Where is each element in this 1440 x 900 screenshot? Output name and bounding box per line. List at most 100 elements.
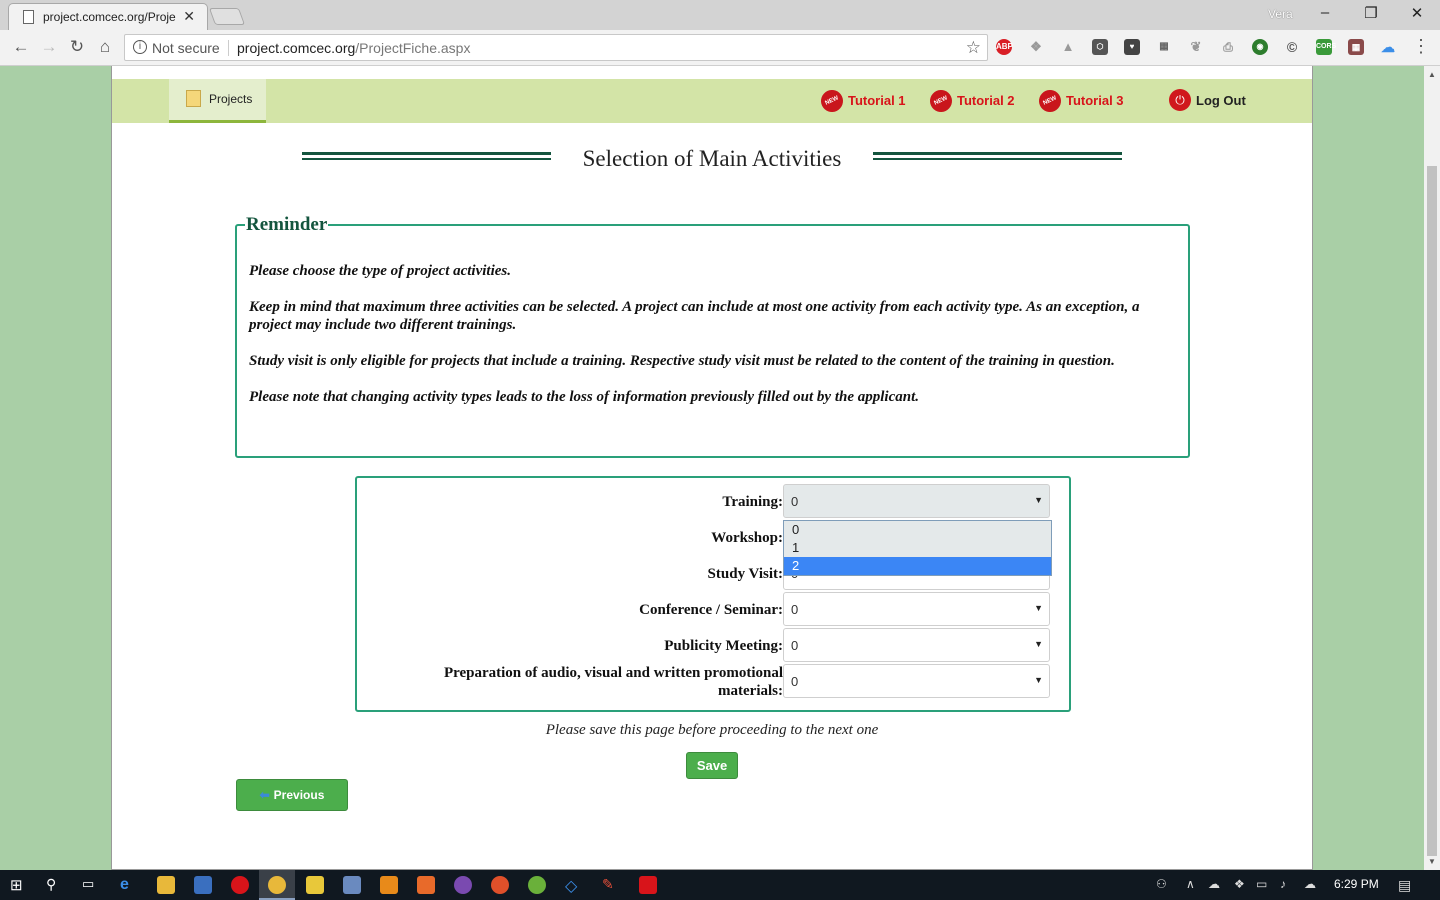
grid-icon[interactable]: ▦ [1348, 39, 1364, 55]
network-tool-icon[interactable] [343, 876, 361, 894]
app-icon[interactable] [454, 876, 472, 894]
arrow-left-icon: ⬅ [259, 788, 270, 802]
clock[interactable]: 6:29 PM [1334, 877, 1379, 891]
volume-icon[interactable]: ♪ [1280, 877, 1286, 891]
chrome-menu-icon[interactable]: ⋮ [1412, 36, 1430, 57]
taskbar: ⊞ ⚲ ▭ e ◇ ✎ ⚇ ∧ ☁ ❖ ▭ ♪ ☁ 6:29 PM ▤ [0, 870, 1440, 900]
search-icon[interactable]: ⚲ [46, 876, 64, 894]
store-icon[interactable] [194, 876, 212, 894]
postman-icon[interactable] [491, 876, 509, 894]
tab-title: project.comcec.org/Proje [43, 10, 176, 24]
promotional-select[interactable]: 0 ▼ [783, 664, 1050, 698]
windows-start-icon[interactable]: ⊞ [10, 876, 28, 894]
pocket-icon[interactable]: ♥ [1124, 39, 1140, 55]
forward-icon[interactable]: → [38, 37, 60, 57]
page-scrollbar[interactable]: ▲ ▼ [1424, 66, 1440, 870]
training-select[interactable]: 0 ▼ [783, 484, 1050, 518]
pen-icon[interactable]: ✎ [602, 876, 620, 894]
restore-icon[interactable]: ❐ [1348, 4, 1394, 22]
cloud-upload-icon[interactable]: ☁ [1304, 877, 1316, 891]
app-icon[interactable] [639, 876, 657, 894]
conference-select[interactable]: 0 ▼ [783, 592, 1050, 626]
people-icon[interactable]: ⚇ [1156, 877, 1167, 891]
drive-icon[interactable]: ▲ [1060, 39, 1076, 55]
back-icon[interactable]: ← [10, 37, 32, 57]
cors-icon[interactable]: CORS [1316, 39, 1336, 55]
dropdown-option[interactable]: 0 [784, 521, 1051, 539]
security-label[interactable]: Not secure [152, 40, 220, 56]
edge-icon[interactable]: e [120, 876, 138, 894]
folder-icon [186, 90, 201, 107]
dropdown-option[interactable]: 1 [784, 539, 1051, 557]
home-icon[interactable]: ⌂ [94, 37, 116, 57]
chrome-icon[interactable] [268, 876, 286, 894]
chevron-down-icon: ▼ [1034, 675, 1043, 685]
tutorial-2-link[interactable]: Tutorial 2 [957, 93, 1015, 108]
tray-chevron-icon[interactable]: ∧ [1186, 877, 1195, 891]
tree-icon[interactable]: ❦ [1188, 39, 1204, 55]
training-value: 0 [791, 494, 799, 509]
reminder-paragraph: Please choose the type of project activi… [249, 263, 512, 279]
chevron-down-icon: ▼ [1034, 495, 1043, 505]
xampp-icon[interactable] [417, 876, 435, 894]
power-icon[interactable]: ⏻ [1169, 89, 1191, 111]
browser-toolbar: ← → ↻ ⌂ i Not secure project.comcec.org/… [0, 30, 1440, 66]
new-tab-button[interactable] [208, 8, 246, 25]
address-bar[interactable]: i Not secure project.comcec.org/ProjectF… [124, 34, 988, 61]
publicity-select[interactable]: 0 ▼ [783, 628, 1050, 662]
onedrive-icon[interactable]: ☁ [1208, 877, 1220, 891]
minimize-icon[interactable]: – [1302, 4, 1348, 21]
logout-link[interactable]: Log Out [1196, 93, 1246, 108]
keepass-icon[interactable] [306, 876, 324, 894]
file-explorer-icon[interactable] [157, 876, 175, 894]
dropbox-icon[interactable]: ❖ [1028, 39, 1044, 55]
app-icon[interactable] [528, 876, 546, 894]
conference-label: Conference / Seminar: [639, 602, 783, 618]
qr-icon[interactable]: ▦ [1156, 39, 1172, 55]
browser-tab[interactable]: project.comcec.org/Proje ✕ [8, 3, 208, 30]
chevron-down-icon: ▼ [1034, 639, 1043, 649]
network-icon[interactable]: ▭ [1256, 877, 1267, 891]
browser-tabstrip: project.comcec.org/Proje ✕ Vera – ❐ ✕ [0, 0, 1440, 30]
opera-icon[interactable] [231, 876, 249, 894]
tutorial-1-link[interactable]: Tutorial 1 [848, 93, 906, 108]
reminder-paragraph: Keep in mind that maximum three activiti… [249, 299, 1140, 333]
cloud-icon[interactable]: ☁ [1380, 39, 1396, 55]
activity-form: Training: 0 ▼ Workshop: 0 ▼ Study Visit:… [355, 476, 1071, 712]
conference-value: 0 [791, 602, 799, 617]
nav-item-projects[interactable]: Projects [169, 79, 266, 123]
scroll-thumb[interactable] [1427, 166, 1437, 856]
save-button[interactable]: Save [686, 752, 738, 779]
close-tab-icon[interactable]: ✕ [183, 8, 195, 25]
sublime-icon[interactable] [380, 876, 398, 894]
profile-name[interactable]: Vera [1268, 7, 1293, 21]
tutorial-3-link[interactable]: Tutorial 3 [1066, 93, 1124, 108]
previous-button[interactable]: ⬅ Previous [236, 779, 348, 811]
reminder-legend: Reminder [246, 214, 328, 235]
notifications-icon[interactable]: ▤ [1398, 877, 1411, 894]
divider [228, 40, 229, 56]
c-icon[interactable]: © [1284, 39, 1300, 55]
previous-label: Previous [273, 788, 325, 802]
adblock-icon[interactable]: ABP [996, 39, 1013, 55]
dropdown-option-highlighted[interactable]: 2 [784, 557, 1051, 575]
task-view-icon[interactable]: ▭ [82, 876, 100, 894]
close-window-icon[interactable]: ✕ [1394, 4, 1440, 22]
pdf-icon[interactable]: ⎙ [1220, 39, 1236, 55]
info-icon[interactable]: i [133, 40, 147, 54]
new-badge-icon: NEW [926, 86, 956, 116]
url-text[interactable]: project.comcec.org/ProjectFiche.aspx [237, 40, 470, 56]
scroll-down-icon[interactable]: ▼ [1428, 857, 1436, 866]
scroll-up-icon[interactable]: ▲ [1428, 70, 1436, 79]
reminder-paragraph: Please note that changing activity types… [249, 389, 919, 405]
reload-icon[interactable]: ↻ [66, 37, 88, 57]
bookmark-star-icon[interactable]: ☆ [966, 38, 981, 58]
dropbox-tray-icon[interactable]: ❖ [1234, 877, 1245, 891]
workshop-label: Workshop: [711, 530, 783, 546]
chevron-down-icon: ▼ [1034, 603, 1043, 613]
globe-icon[interactable]: ◉ [1252, 39, 1268, 55]
password-icon[interactable]: ⬡ [1092, 39, 1108, 55]
vscode-icon[interactable]: ◇ [565, 876, 583, 895]
training-dropdown-list[interactable]: 0 1 2 [783, 520, 1052, 576]
publicity-label: Publicity Meeting: [664, 638, 783, 654]
